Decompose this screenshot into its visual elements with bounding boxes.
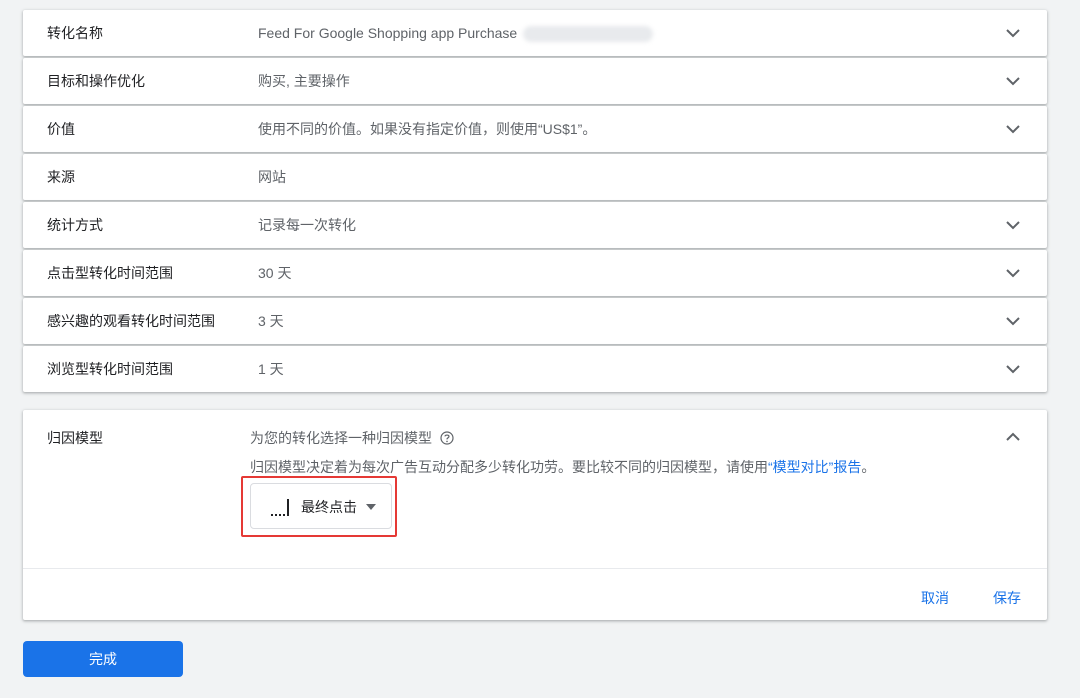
row-engaged-view-window[interactable]: 感兴趣的观看转化时间范围 3 天 [23, 298, 1047, 344]
attribution-description: 归因模型决定着为每次广告互动分配多少转化功劳。要比较不同的归因模型，请使用“模型… [250, 459, 876, 475]
row-label: 浏览型转化时间范围 [47, 361, 173, 377]
row-value-setting[interactable]: 价值 使用不同的价值。如果没有指定价值，则使用“US$1”。 [23, 106, 1047, 152]
model-comparison-link[interactable]: “模型对比”报告 [768, 459, 861, 475]
row-value: Feed For Google Shopping app Purchase [258, 10, 654, 56]
row-label: 点击型转化时间范围 [47, 265, 173, 281]
chevron-down-icon[interactable] [1003, 119, 1023, 139]
row-value: 30 天 [258, 265, 292, 281]
row-click-window[interactable]: 点击型转化时间范围 30 天 [23, 250, 1047, 296]
attribution-model-dropdown[interactable]: 最终点击 [250, 483, 392, 529]
attribution-title: 为您的转化选择一种归因模型 [250, 428, 454, 448]
row-value: 1 天 [258, 361, 284, 377]
attribution-label: 归因模型 [47, 430, 103, 446]
divider [23, 568, 1047, 569]
row-label: 统计方式 [47, 217, 103, 233]
help-icon[interactable] [440, 431, 454, 445]
row-goal-optimization[interactable]: 目标和操作优化 购买, 主要操作 [23, 58, 1047, 104]
row-value: 记录每一次转化 [258, 217, 356, 233]
chevron-down-icon[interactable] [1003, 263, 1023, 283]
chevron-down-icon[interactable] [1003, 23, 1023, 43]
row-label: 目标和操作优化 [47, 73, 145, 89]
row-view-through-window[interactable]: 浏览型转化时间范围 1 天 [23, 346, 1047, 392]
row-label: 感兴趣的观看转化时间范围 [47, 313, 215, 329]
done-button[interactable]: 完成 [23, 641, 183, 677]
row-value: 购买, 主要操作 [258, 73, 350, 89]
row-conversion-name[interactable]: 转化名称 Feed For Google Shopping app Purcha… [23, 10, 1047, 56]
chevron-down-icon[interactable] [1003, 215, 1023, 235]
row-value: 3 天 [258, 313, 284, 329]
caret-down-icon [366, 504, 376, 510]
last-click-bars-icon [271, 499, 289, 516]
row-value: 网站 [258, 169, 286, 185]
save-button[interactable]: 保存 [993, 588, 1021, 608]
chevron-down-icon[interactable] [1003, 71, 1023, 91]
chevron-down-icon[interactable] [1003, 311, 1023, 331]
row-label: 转化名称 [47, 25, 103, 41]
row-label: 来源 [47, 169, 75, 185]
redacted-blur [523, 26, 654, 43]
attribution-panel: 归因模型 为您的转化选择一种归因模型 归因模型决定着为每次广告互动分配多少转化功… [23, 410, 1047, 620]
cancel-button[interactable]: 取消 [921, 588, 949, 608]
chevron-down-icon[interactable] [1003, 359, 1023, 379]
chevron-up-icon[interactable] [1003, 427, 1023, 447]
row-source: 来源 网站 [23, 154, 1047, 200]
row-label: 价值 [47, 121, 75, 137]
row-value: 使用不同的价值。如果没有指定价值，则使用“US$1”。 [258, 121, 597, 137]
row-counting[interactable]: 统计方式 记录每一次转化 [23, 202, 1047, 248]
selected-model-text: 最终点击 [301, 499, 357, 515]
